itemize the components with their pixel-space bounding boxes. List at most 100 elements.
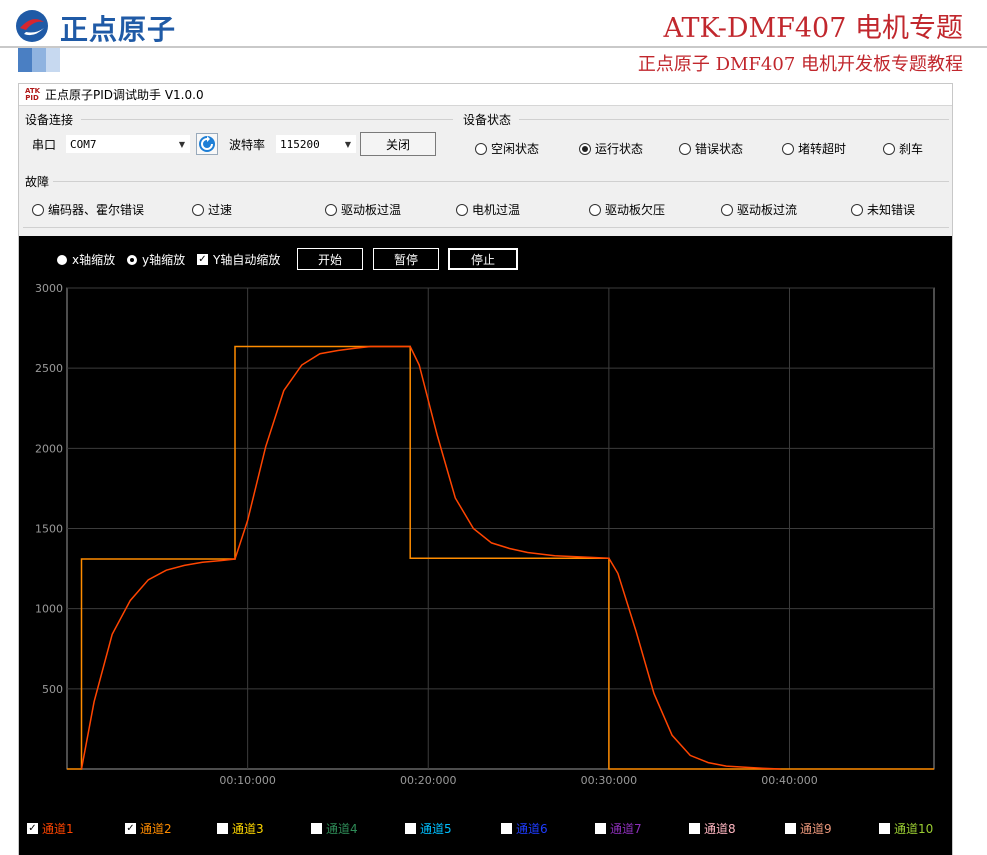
radio-dot xyxy=(456,203,468,216)
connection-group-border xyxy=(81,119,453,120)
x-tick-label: 00:10:000 xyxy=(219,774,275,787)
device-state-option-label: 堵转超时 xyxy=(798,142,847,156)
fault-option[interactable]: 编码器、霍尔错误 xyxy=(32,201,144,218)
radio-dot xyxy=(32,203,44,216)
chevron-down-icon: ▼ xyxy=(344,139,352,149)
checkbox-icon xyxy=(785,823,796,834)
device-state-option[interactable]: 堵转超时 xyxy=(782,140,846,157)
y-tick-label: 2000 xyxy=(35,442,63,455)
device-state-group-label: 设备状态 xyxy=(463,113,512,127)
pid-assistant-window: ATK PID 正点原子PID调试助手 V1.0.0 设备连接 串口 COM7 … xyxy=(18,83,953,855)
radio-dot xyxy=(679,142,691,155)
device-state-option-label: 空闲状态 xyxy=(491,142,540,156)
baud-value: 115200 xyxy=(280,137,320,151)
legend-channel-checkbox[interactable]: 通道9 xyxy=(785,820,832,837)
y-tick-label: 1500 xyxy=(35,523,63,536)
legend-channel-label: 通道3 xyxy=(232,822,264,836)
legend-channel-checkbox[interactable]: 通道10 xyxy=(879,820,933,837)
device-state-group-border xyxy=(519,119,949,120)
legend-channel-label: 通道6 xyxy=(516,822,548,836)
checkbox-icon xyxy=(595,823,606,834)
legend-channel-checkbox[interactable]: 通道5 xyxy=(405,820,452,837)
legend-channel-label: 通道10 xyxy=(894,822,934,836)
y-tick-label: 2500 xyxy=(35,362,63,375)
legend-channel-label: 通道7 xyxy=(610,822,642,836)
checkbox-icon xyxy=(501,823,512,834)
series-line xyxy=(67,345,934,770)
legend-channel-checkbox[interactable]: 通道4 xyxy=(311,820,358,837)
fault-group-label: 故障 xyxy=(25,175,50,189)
fault-option-label: 驱动板欠压 xyxy=(605,203,666,217)
x-tick-label: 00:40:000 xyxy=(761,774,817,787)
x-tick-label: 00:20:000 xyxy=(400,774,456,787)
refresh-icon xyxy=(199,136,215,152)
legend-channel-checkbox[interactable]: ✓ 通道1 xyxy=(27,820,74,837)
checkbox-icon xyxy=(311,823,322,834)
port-value: COM7 xyxy=(70,137,97,151)
legend-channel-label: 通道2 xyxy=(140,822,172,836)
checkbox-icon xyxy=(405,823,416,834)
fault-option-label: 电机过温 xyxy=(472,203,521,217)
y-tick-label: 500 xyxy=(42,683,63,696)
checkbox-icon xyxy=(879,823,890,834)
device-state-option[interactable]: 运行状态 xyxy=(579,140,643,157)
banner-decoration xyxy=(18,48,60,72)
close-port-button[interactable]: 关闭 xyxy=(360,132,436,156)
legend-channel-label: 通道1 xyxy=(42,822,74,836)
fault-option[interactable]: 驱动板过流 xyxy=(721,201,797,218)
app-icon: ATK PID xyxy=(25,86,41,102)
refresh-button[interactable] xyxy=(196,133,218,155)
banner-subtitle: 正点原子 DMF407 电机开发板专题教程 xyxy=(637,54,963,75)
radio-dot xyxy=(475,142,487,155)
radio-dot xyxy=(851,203,863,216)
radio-dot xyxy=(589,203,601,216)
baud-select[interactable]: 115200 ▼ xyxy=(275,134,357,154)
legend-channel-label: 通道8 xyxy=(704,822,736,836)
connection-group-label: 设备连接 xyxy=(25,113,74,127)
legend-channel-checkbox[interactable]: ✓ 通道2 xyxy=(125,820,172,837)
fault-group-bottom xyxy=(23,227,949,228)
legend-channel-checkbox[interactable]: 通道6 xyxy=(501,820,548,837)
legend-channel-label: 通道9 xyxy=(800,822,832,836)
device-state-option-label: 刹车 xyxy=(899,142,924,156)
fault-option[interactable]: 电机过温 xyxy=(456,201,520,218)
baud-label: 波特率 xyxy=(229,138,266,152)
fault-group-border xyxy=(53,181,949,182)
fault-option[interactable]: 驱动板过温 xyxy=(325,201,401,218)
fault-option-label: 编码器、霍尔错误 xyxy=(48,203,145,217)
fault-option-label: 驱动板过流 xyxy=(737,203,798,217)
fault-option-label: 过速 xyxy=(208,203,233,217)
device-state-option[interactable]: 空闲状态 xyxy=(475,140,539,157)
legend-channel-checkbox[interactable]: 通道3 xyxy=(217,820,264,837)
radio-dot xyxy=(579,142,591,155)
y-tick-label: 1000 xyxy=(35,603,63,616)
banner-divider xyxy=(0,46,987,48)
port-label: 串口 xyxy=(32,138,57,152)
chevron-down-icon: ▼ xyxy=(178,139,186,149)
radio-dot xyxy=(325,203,337,216)
fault-option[interactable]: 过速 xyxy=(192,201,232,218)
device-state-option[interactable]: 刹车 xyxy=(883,140,923,157)
radio-dot xyxy=(883,142,895,155)
document-banner: 正点原子 ATK-DMF407 电机专题 正点原子 DMF407 电机开发板专题… xyxy=(0,0,987,82)
checkmark-icon: ✓ xyxy=(125,823,136,834)
fault-option[interactable]: 驱动板欠压 xyxy=(589,201,665,218)
device-state-option[interactable]: 错误状态 xyxy=(679,140,743,157)
legend-channel-label: 通道4 xyxy=(326,822,358,836)
window-titlebar: ATK PID 正点原子PID调试助手 V1.0.0 xyxy=(19,84,952,106)
legend-channel-checkbox[interactable]: 通道7 xyxy=(595,820,642,837)
brand-logo-icon xyxy=(16,10,48,42)
waveform-plot-panel: x轴缩放 y轴缩放 ✓ Y轴自动缩放 开始 暂停 停止 500 1000 1500 2… xyxy=(19,236,952,855)
legend-channel-label: 通道5 xyxy=(420,822,452,836)
device-state-option-label: 错误状态 xyxy=(695,142,744,156)
fault-option-label: 驱动板过温 xyxy=(341,203,402,217)
port-select[interactable]: COM7 ▼ xyxy=(65,134,191,154)
checkbox-icon xyxy=(217,823,228,834)
banner-title: ATK-DMF407 电机专题 xyxy=(663,13,963,44)
x-tick-label: 00:30:000 xyxy=(581,774,637,787)
radio-dot xyxy=(782,142,794,155)
legend-channel-checkbox[interactable]: 通道8 xyxy=(689,820,736,837)
device-state-option-label: 运行状态 xyxy=(595,142,644,156)
fault-option[interactable]: 未知错误 xyxy=(851,201,915,218)
y-tick-label: 3000 xyxy=(35,282,63,295)
